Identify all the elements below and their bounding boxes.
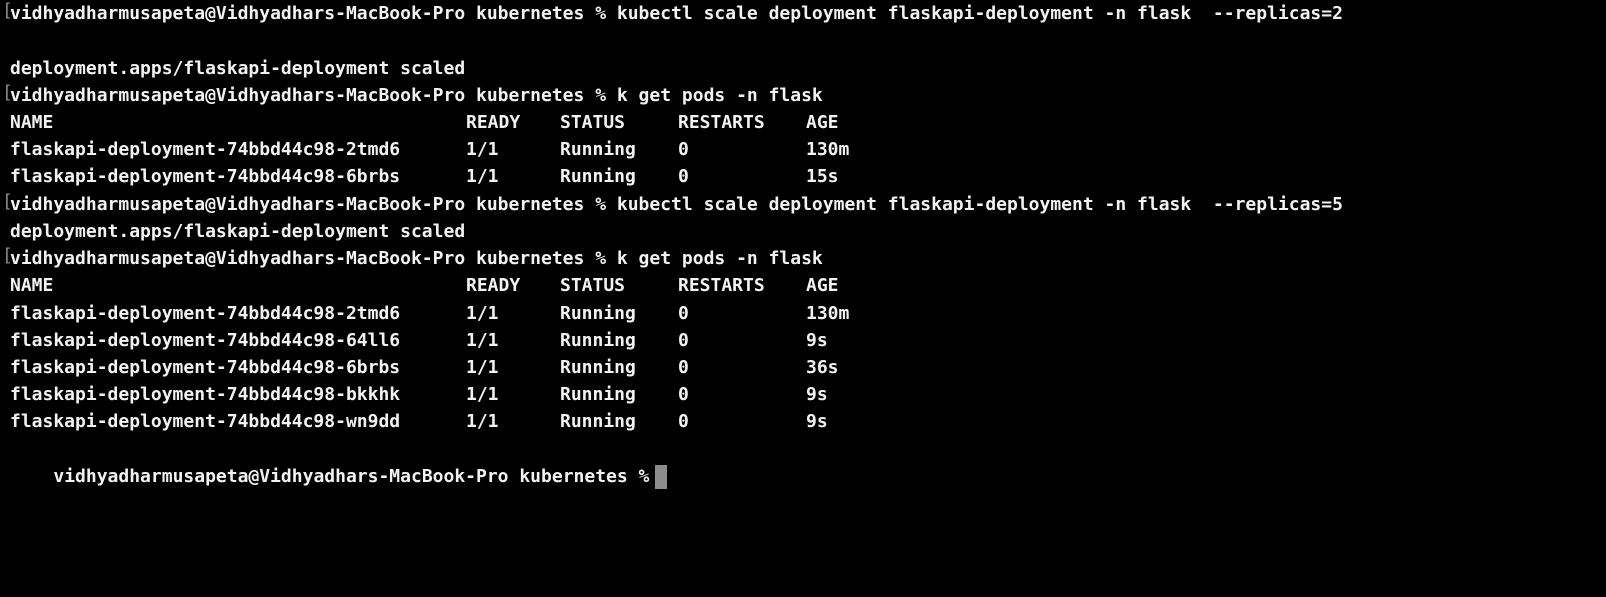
pod-ready: 1/1 — [466, 166, 499, 187]
pod-ready: 1/1 — [466, 384, 499, 405]
terminal-window[interactable]: [ vidhyadharmusapeta@Vidhyadhars-MacBook… — [0, 0, 1606, 489]
column-header-restarts: RESTARTS — [678, 275, 765, 296]
pod-age: 9s — [806, 330, 828, 351]
text-cursor[interactable] — [655, 465, 668, 489]
table-row: flaskapi-deployment-74bbd44c98-2tmd6 1/1… — [10, 136, 1010, 163]
column-header-status: STATUS — [560, 112, 626, 133]
table-header: NAME READY STATUS RESTARTS AGE — [10, 272, 1010, 299]
pod-status: Running — [560, 303, 636, 324]
column-header-ready: READY — [466, 275, 521, 296]
pod-restarts: 0 — [678, 357, 689, 378]
column-header-name: NAME — [10, 275, 54, 296]
column-header-ready: READY — [466, 112, 521, 133]
pod-name: flaskapi-deployment-74bbd44c98-64ll6 — [10, 330, 401, 351]
column-header-age: AGE — [806, 275, 839, 296]
pod-status: Running — [560, 357, 636, 378]
column-header-status: STATUS — [560, 275, 626, 296]
pod-restarts: 0 — [678, 330, 689, 351]
current-prompt-line[interactable]: vidhyadharmusapeta@Vidhyadhars-MacBook-P… — [10, 436, 668, 489]
pod-ready: 1/1 — [466, 139, 499, 160]
pod-ready: 1/1 — [466, 411, 499, 432]
pod-name: flaskapi-deployment-74bbd44c98-6brbs — [10, 166, 401, 187]
table-row: flaskapi-deployment-74bbd44c98-wn9dd 1/1… — [10, 408, 1010, 435]
pod-name: flaskapi-deployment-74bbd44c98-bkkhk — [10, 384, 401, 405]
pod-status: Running — [560, 166, 636, 187]
pod-age: 130m — [806, 303, 850, 324]
command-line: vidhyadharmusapeta@Vidhyadhars-MacBook-P… — [10, 248, 823, 269]
pod-age: 9s — [806, 384, 828, 405]
pod-restarts: 0 — [678, 139, 689, 160]
table-row: flaskapi-deployment-74bbd44c98-bkkhk 1/1… — [10, 381, 1010, 408]
pod-age: 9s — [806, 411, 828, 432]
pod-ready: 1/1 — [466, 330, 499, 351]
pod-ready: 1/1 — [466, 303, 499, 324]
command-line: vidhyadharmusapeta@Vidhyadhars-MacBook-P… — [10, 85, 823, 106]
pod-status: Running — [560, 139, 636, 160]
table-row: flaskapi-deployment-74bbd44c98-64ll6 1/1… — [10, 327, 1010, 354]
column-header-age: AGE — [806, 112, 839, 133]
output-line: deployment.apps/flaskapi-deployment scal… — [10, 221, 466, 242]
pod-status: Running — [560, 411, 636, 432]
table-row: flaskapi-deployment-74bbd44c98-6brbs 1/1… — [10, 354, 1010, 381]
output-line: deployment.apps/flaskapi-deployment scal… — [10, 58, 466, 79]
pod-age: 36s — [806, 357, 839, 378]
pod-ready: 1/1 — [466, 357, 499, 378]
pod-name: flaskapi-deployment-74bbd44c98-wn9dd — [10, 411, 401, 432]
table-row: flaskapi-deployment-74bbd44c98-2tmd6 1/1… — [10, 300, 1010, 327]
pod-age: 15s — [806, 166, 839, 187]
pod-name: flaskapi-deployment-74bbd44c98-6brbs — [10, 357, 401, 378]
pod-status: Running — [560, 330, 636, 351]
pod-restarts: 0 — [678, 166, 689, 187]
table-row: flaskapi-deployment-74bbd44c98-6brbs 1/1… — [10, 163, 1010, 190]
pod-restarts: 0 — [678, 303, 689, 324]
table-header: NAME READY STATUS RESTARTS AGE — [10, 109, 1010, 136]
column-header-name: NAME — [10, 112, 54, 133]
pod-name: flaskapi-deployment-74bbd44c98-2tmd6 — [10, 139, 401, 160]
pod-restarts: 0 — [678, 411, 689, 432]
pod-status: Running — [560, 384, 636, 405]
pod-age: 130m — [806, 139, 850, 160]
command-line: vidhyadharmusapeta@Vidhyadhars-MacBook-P… — [10, 194, 1343, 215]
column-header-restarts: RESTARTS — [678, 112, 765, 133]
command-line: vidhyadharmusapeta@Vidhyadhars-MacBook-P… — [10, 3, 1343, 24]
pod-name: flaskapi-deployment-74bbd44c98-2tmd6 — [10, 303, 401, 324]
pod-restarts: 0 — [678, 384, 689, 405]
